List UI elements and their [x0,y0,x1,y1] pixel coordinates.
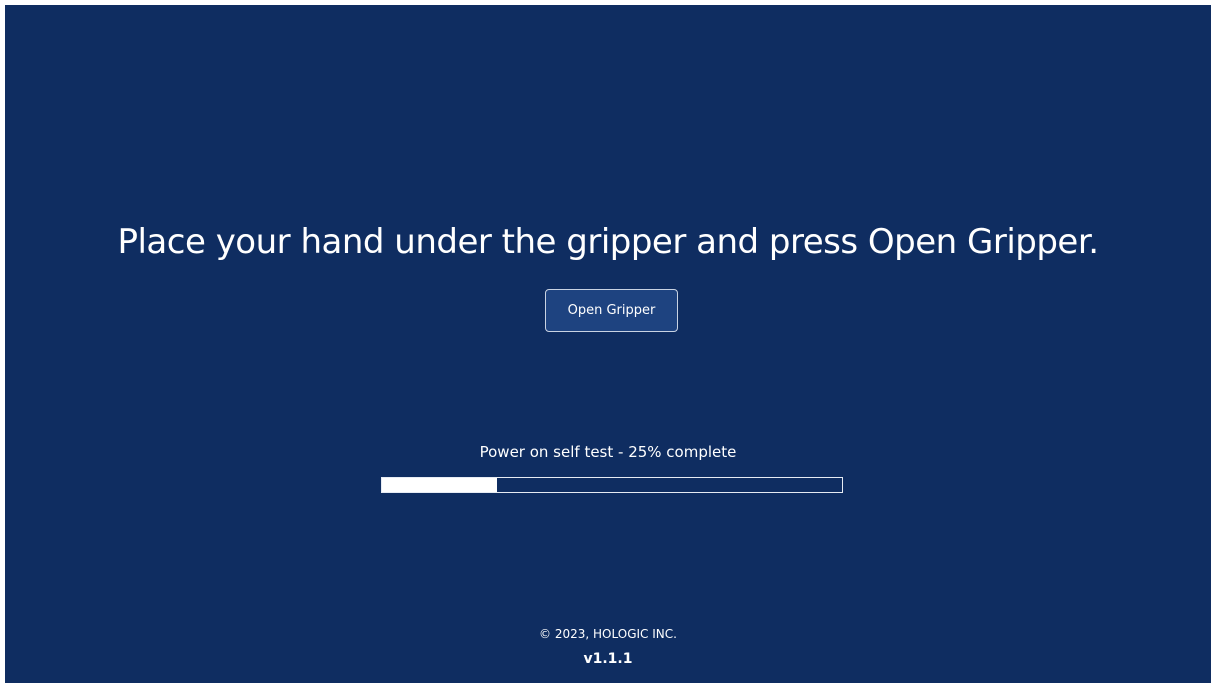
progress-bar [381,477,843,493]
version-text: v1.1.1 [583,651,633,667]
progress-bar-fill [382,478,497,492]
self-test-screen: Place your hand under the gripper and pr… [5,5,1211,683]
copyright-text: © 2023, HOLOGIC INC. [539,627,677,641]
instruction-text: Place your hand under the gripper and pr… [117,222,1099,262]
progress-label: Power on self test - 25% complete [479,443,737,461]
open-gripper-button[interactable]: Open Gripper [545,289,678,332]
